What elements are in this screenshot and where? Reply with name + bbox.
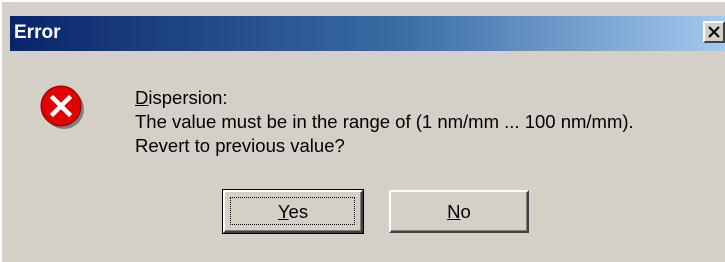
close-button[interactable] — [703, 21, 725, 43]
message-text: Dispersion: The value must be in the ran… — [135, 86, 634, 158]
focus-rectangle — [230, 197, 355, 225]
error-icon — [40, 85, 84, 129]
no-button-label: No — [447, 200, 471, 222]
message-line-3: Revert to previous value? — [135, 135, 345, 156]
close-icon — [708, 26, 720, 38]
yes-button[interactable]: Yes — [222, 189, 364, 234]
dialog-title: Error — [14, 22, 61, 43]
title-bar[interactable]: Error — [10, 16, 725, 51]
message-line-1: Dispersion: — [135, 87, 228, 108]
no-button[interactable]: No — [389, 190, 529, 233]
error-dialog: Error Dispersion: The value must be in t… — [0, 0, 725, 262]
message-line-2: The value must be in the range of (1 nm/… — [135, 111, 634, 132]
